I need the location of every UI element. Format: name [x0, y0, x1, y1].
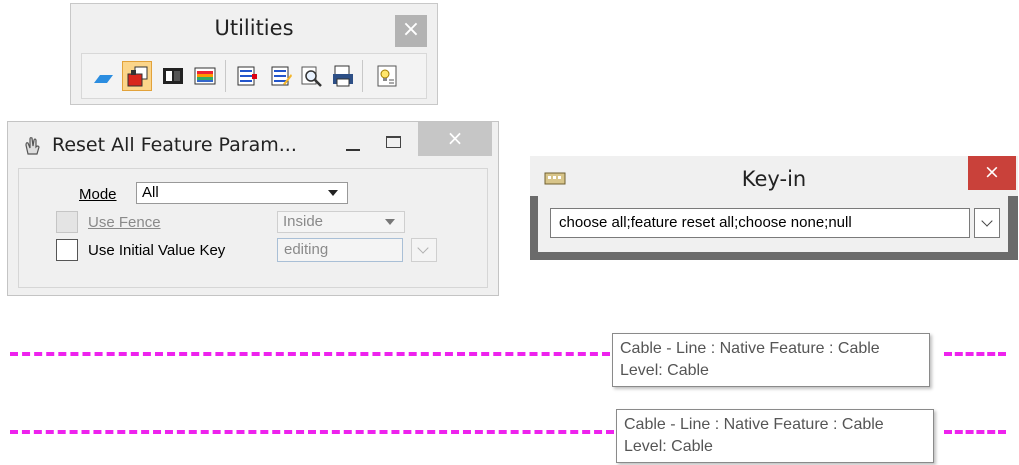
cable-line-1-right[interactable]: [944, 352, 1006, 356]
cable-line-1-left[interactable]: [10, 352, 610, 356]
feature-tooltip-2: Cable - Line : Native Feature : Cable Le…: [616, 409, 934, 463]
cable-line-2-left[interactable]: [10, 430, 614, 434]
utilities-title: Utilities: [214, 16, 294, 40]
magnifier-icon[interactable]: [296, 61, 326, 91]
initial-value-dropdown-button[interactable]: [411, 238, 437, 262]
keyin-title-bar: Key-in ×: [530, 156, 1018, 196]
initial-value-key-field[interactable]: editing: [277, 238, 403, 262]
list-lines-icon[interactable]: [232, 61, 262, 91]
mode-value: All: [142, 184, 159, 201]
printer-icon[interactable]: [328, 61, 358, 91]
keyin-title: Key-in: [741, 167, 807, 191]
bulb-note-icon[interactable]: [372, 61, 402, 91]
keyin-history-dropdown[interactable]: [974, 208, 1000, 238]
keyin-close-button[interactable]: ×: [968, 156, 1016, 190]
toolbar-separator: [225, 60, 226, 92]
utilities-tool-row: [81, 53, 427, 99]
tooltip-2-line2: Level: Cable: [624, 438, 713, 455]
utilities-toolbox: Utilities ×: [70, 3, 438, 105]
use-fence-checkbox[interactable]: [56, 211, 78, 233]
chevron-down-icon: [328, 190, 338, 196]
utilities-close-button[interactable]: ×: [395, 15, 427, 47]
fence-mode-value: Inside: [283, 213, 324, 230]
panel-icon[interactable]: [158, 61, 188, 91]
keyin-command-input[interactable]: choose all;feature reset all;choose none…: [550, 208, 970, 238]
maximize-button[interactable]: [386, 136, 401, 148]
minimize-button[interactable]: [346, 149, 360, 151]
parallelogram-icon[interactable]: [88, 61, 118, 91]
reset-feature-params-dialog: Reset All Feature Param... × Mode All Us…: [7, 121, 499, 296]
fence-mode-select[interactable]: Inside: [277, 211, 405, 233]
chevron-down-icon: [417, 242, 429, 254]
toolbar-separator: [362, 60, 363, 92]
cable-line-2-right[interactable]: [944, 430, 1006, 434]
mode-select[interactable]: All: [136, 182, 348, 204]
chevron-down-icon: [981, 215, 993, 227]
use-initial-value-checkbox[interactable]: [56, 239, 78, 261]
chevron-down-icon: [385, 219, 395, 225]
keyin-body: choose all;feature reset all;choose none…: [538, 196, 1008, 252]
feature-tooltip-1: Cable - Line : Native Feature : Cable Le…: [612, 333, 930, 387]
tooltip-2-line1: Cable - Line : Native Feature : Cable: [624, 416, 884, 433]
use-fence-label: Use Fence: [88, 214, 161, 231]
feature-mode-icon[interactable]: [122, 61, 152, 91]
dialog-title: Reset All Feature Param...: [52, 134, 297, 156]
mode-label: Mode: [79, 186, 117, 203]
list-edit-icon[interactable]: [266, 61, 296, 91]
tooltip-1-line1: Cable - Line : Native Feature : Cable: [620, 340, 880, 357]
tool-hand-icon: [22, 136, 42, 161]
mode-label-text: Mode: [79, 186, 117, 203]
keyin-window: Key-in × choose all;feature reset all;ch…: [530, 156, 1018, 260]
close-button[interactable]: ×: [418, 122, 492, 156]
tooltip-1-line2: Level: Cable: [620, 362, 709, 379]
palette-icon[interactable]: [190, 61, 220, 91]
use-initial-value-label: Use Initial Value Key: [88, 242, 226, 259]
dialog-body: Mode All Use Fence Inside Use Initial Va…: [18, 168, 488, 288]
